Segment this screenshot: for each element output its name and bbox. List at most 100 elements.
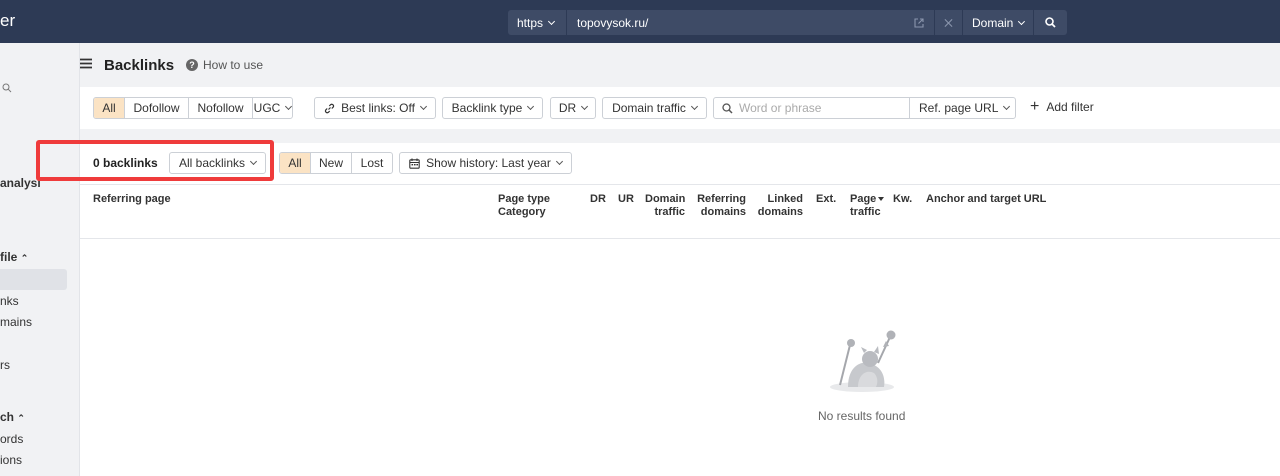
chevron-down-icon bbox=[527, 102, 535, 111]
best-links-dropdown[interactable]: Best links: Off bbox=[314, 97, 436, 119]
show-history-label: Show history: Last year bbox=[426, 156, 551, 170]
chevron-down-icon bbox=[547, 17, 556, 25]
ugc-label: UGC bbox=[253, 101, 281, 115]
status-tab-new[interactable]: New bbox=[311, 153, 352, 173]
col-page-traffic[interactable]: Page traffic bbox=[850, 193, 885, 219]
calendar-icon bbox=[409, 158, 420, 169]
chevron-down-icon bbox=[419, 102, 427, 111]
target-url-input[interactable]: topovysok.ru/ bbox=[567, 10, 904, 35]
backlink-type-label: Backlink type bbox=[451, 101, 523, 115]
status-tab-lost[interactable]: Lost bbox=[352, 153, 392, 173]
chevron-down-icon bbox=[285, 102, 292, 111]
url-search-bar: https topovysok.ru/ Domain bbox=[508, 10, 1067, 35]
ref-page-url-label: Ref. page URL bbox=[919, 101, 999, 115]
chevron-down-icon bbox=[581, 102, 589, 111]
show-history-dropdown[interactable]: Show history: Last year bbox=[399, 152, 572, 174]
how-to-use-label: How to use bbox=[203, 58, 264, 72]
no-results-message: No results found bbox=[818, 409, 906, 423]
dr-filter-dropdown[interactable]: DR bbox=[550, 97, 596, 119]
col-ext[interactable]: Ext. bbox=[816, 193, 836, 206]
link-type-all[interactable]: All bbox=[94, 98, 125, 118]
link-type-toggle: All Dofollow Nofollow UGC bbox=[93, 97, 293, 119]
brand-logo-text[interactable]: er bbox=[0, 11, 15, 31]
col-page-type-line2: Category bbox=[498, 206, 546, 218]
sidebar-item-broken-links[interactable]: nks bbox=[0, 294, 19, 308]
table-header: Referring page Page type Category DR UR D… bbox=[80, 184, 1280, 239]
word-or-phrase-input[interactable] bbox=[739, 101, 899, 115]
empty-state-illustration bbox=[830, 330, 896, 392]
chevron-up-icon: ⌃ bbox=[17, 413, 25, 423]
keyword-search: Ref. page URL bbox=[713, 97, 1016, 119]
sort-desc-icon bbox=[878, 197, 885, 202]
col-linked-domains[interactable]: Linked domains bbox=[755, 193, 803, 219]
mode-label: Domain bbox=[972, 15, 1014, 30]
col-domain-traffic-line1: Domain bbox=[645, 193, 686, 205]
page-header: Backlinks ? How to use bbox=[80, 43, 1280, 87]
domain-traffic-dropdown[interactable]: Domain traffic bbox=[602, 97, 707, 119]
chevron-down-icon bbox=[555, 157, 563, 166]
sidebar-item-site-analysis[interactable]: analysi bbox=[0, 176, 41, 190]
status-tabs: All New Lost bbox=[279, 152, 393, 174]
sidebar-section-organic-search[interactable]: ch ⌃ bbox=[0, 410, 25, 424]
open-external-icon[interactable] bbox=[904, 10, 934, 35]
dr-filter-label: DR bbox=[558, 101, 577, 115]
protocol-label: https bbox=[517, 15, 544, 30]
sidebar-section-label: ch bbox=[0, 410, 15, 424]
help-icon: ? bbox=[186, 59, 198, 71]
sidebar-item-organic-keywords[interactable]: ords bbox=[0, 432, 23, 446]
chevron-down-icon bbox=[690, 102, 698, 111]
mode-dropdown[interactable]: Domain bbox=[962, 10, 1034, 35]
col-dr[interactable]: DR bbox=[590, 193, 606, 206]
status-tab-all[interactable]: All bbox=[280, 153, 311, 173]
col-page-type[interactable]: Page type Category bbox=[498, 193, 550, 219]
search-icon bbox=[722, 102, 733, 114]
domain-traffic-label: Domain traffic bbox=[612, 101, 686, 115]
ref-page-url-dropdown[interactable]: Ref. page URL bbox=[910, 98, 1015, 118]
link-type-dofollow[interactable]: Dofollow bbox=[125, 98, 189, 118]
menu-icon[interactable] bbox=[80, 58, 92, 69]
sidebar-item-anchors[interactable]: rs bbox=[0, 358, 10, 372]
col-page-type-line1: Page type bbox=[498, 193, 550, 205]
search-icon bbox=[1045, 17, 1056, 28]
col-referring-page[interactable]: Referring page bbox=[93, 193, 171, 206]
col-referring-domains[interactable]: Referring domains bbox=[695, 193, 746, 219]
main-content: Backlinks ? How to use All Dofollow Nofo… bbox=[36, 43, 1280, 476]
search-submit-button[interactable] bbox=[1034, 10, 1067, 35]
col-domain-traffic[interactable]: Domain traffic bbox=[645, 193, 685, 219]
page-title: Backlinks bbox=[104, 57, 175, 74]
sidebar-item-top-positions[interactable]: ions bbox=[0, 453, 22, 467]
link-icon bbox=[325, 103, 335, 113]
col-page-traffic-line1: Page bbox=[850, 193, 877, 205]
backlink-type-dropdown[interactable]: Backlink type bbox=[442, 97, 543, 119]
chevron-up-icon: ⌃ bbox=[20, 253, 29, 263]
col-kw[interactable]: Kw. bbox=[893, 193, 912, 206]
col-anchor-target-url[interactable]: Anchor and target URL bbox=[926, 193, 1046, 206]
col-linked-domains-line2: domains bbox=[757, 206, 803, 218]
highlight-annotation-box bbox=[36, 140, 274, 181]
search-icon[interactable] bbox=[2, 83, 12, 93]
add-filter-button[interactable]: + Add filter bbox=[1030, 98, 1094, 115]
link-type-nofollow[interactable]: Nofollow bbox=[189, 98, 253, 118]
link-type-ugc[interactable]: UGC bbox=[253, 98, 292, 118]
sidebar-section-label: file bbox=[0, 250, 18, 264]
chevron-down-icon bbox=[1003, 102, 1011, 111]
sidebar-item-active[interactable] bbox=[0, 269, 67, 290]
top-navigation-bar: er https topovysok.ru/ Domain bbox=[0, 0, 1280, 43]
left-sidebar: analysi file ⌃ nks mains rs ch ⌃ ords io… bbox=[0, 43, 80, 476]
sidebar-item-referring-domains[interactable]: mains bbox=[0, 315, 32, 329]
protocol-dropdown[interactable]: https bbox=[508, 10, 567, 35]
col-page-traffic-line2: traffic bbox=[850, 206, 881, 218]
how-to-use-link[interactable]: ? How to use bbox=[186, 58, 263, 72]
plus-icon: + bbox=[1030, 98, 1040, 115]
col-linked-domains-line1: Linked bbox=[767, 193, 803, 205]
col-referring-domains-line1: Referring bbox=[697, 193, 746, 205]
clear-url-icon[interactable] bbox=[934, 10, 962, 35]
col-ur[interactable]: UR bbox=[618, 193, 634, 206]
sidebar-section-backlink-profile[interactable]: file ⌃ bbox=[0, 250, 28, 264]
col-domain-traffic-line2: traffic bbox=[654, 206, 685, 218]
chevron-down-icon bbox=[1018, 17, 1026, 25]
best-links-label: Best links: Off bbox=[341, 101, 415, 115]
col-referring-domains-line2: domains bbox=[700, 206, 746, 218]
add-filter-label: Add filter bbox=[1046, 100, 1094, 114]
keyword-search-field bbox=[714, 98, 910, 118]
